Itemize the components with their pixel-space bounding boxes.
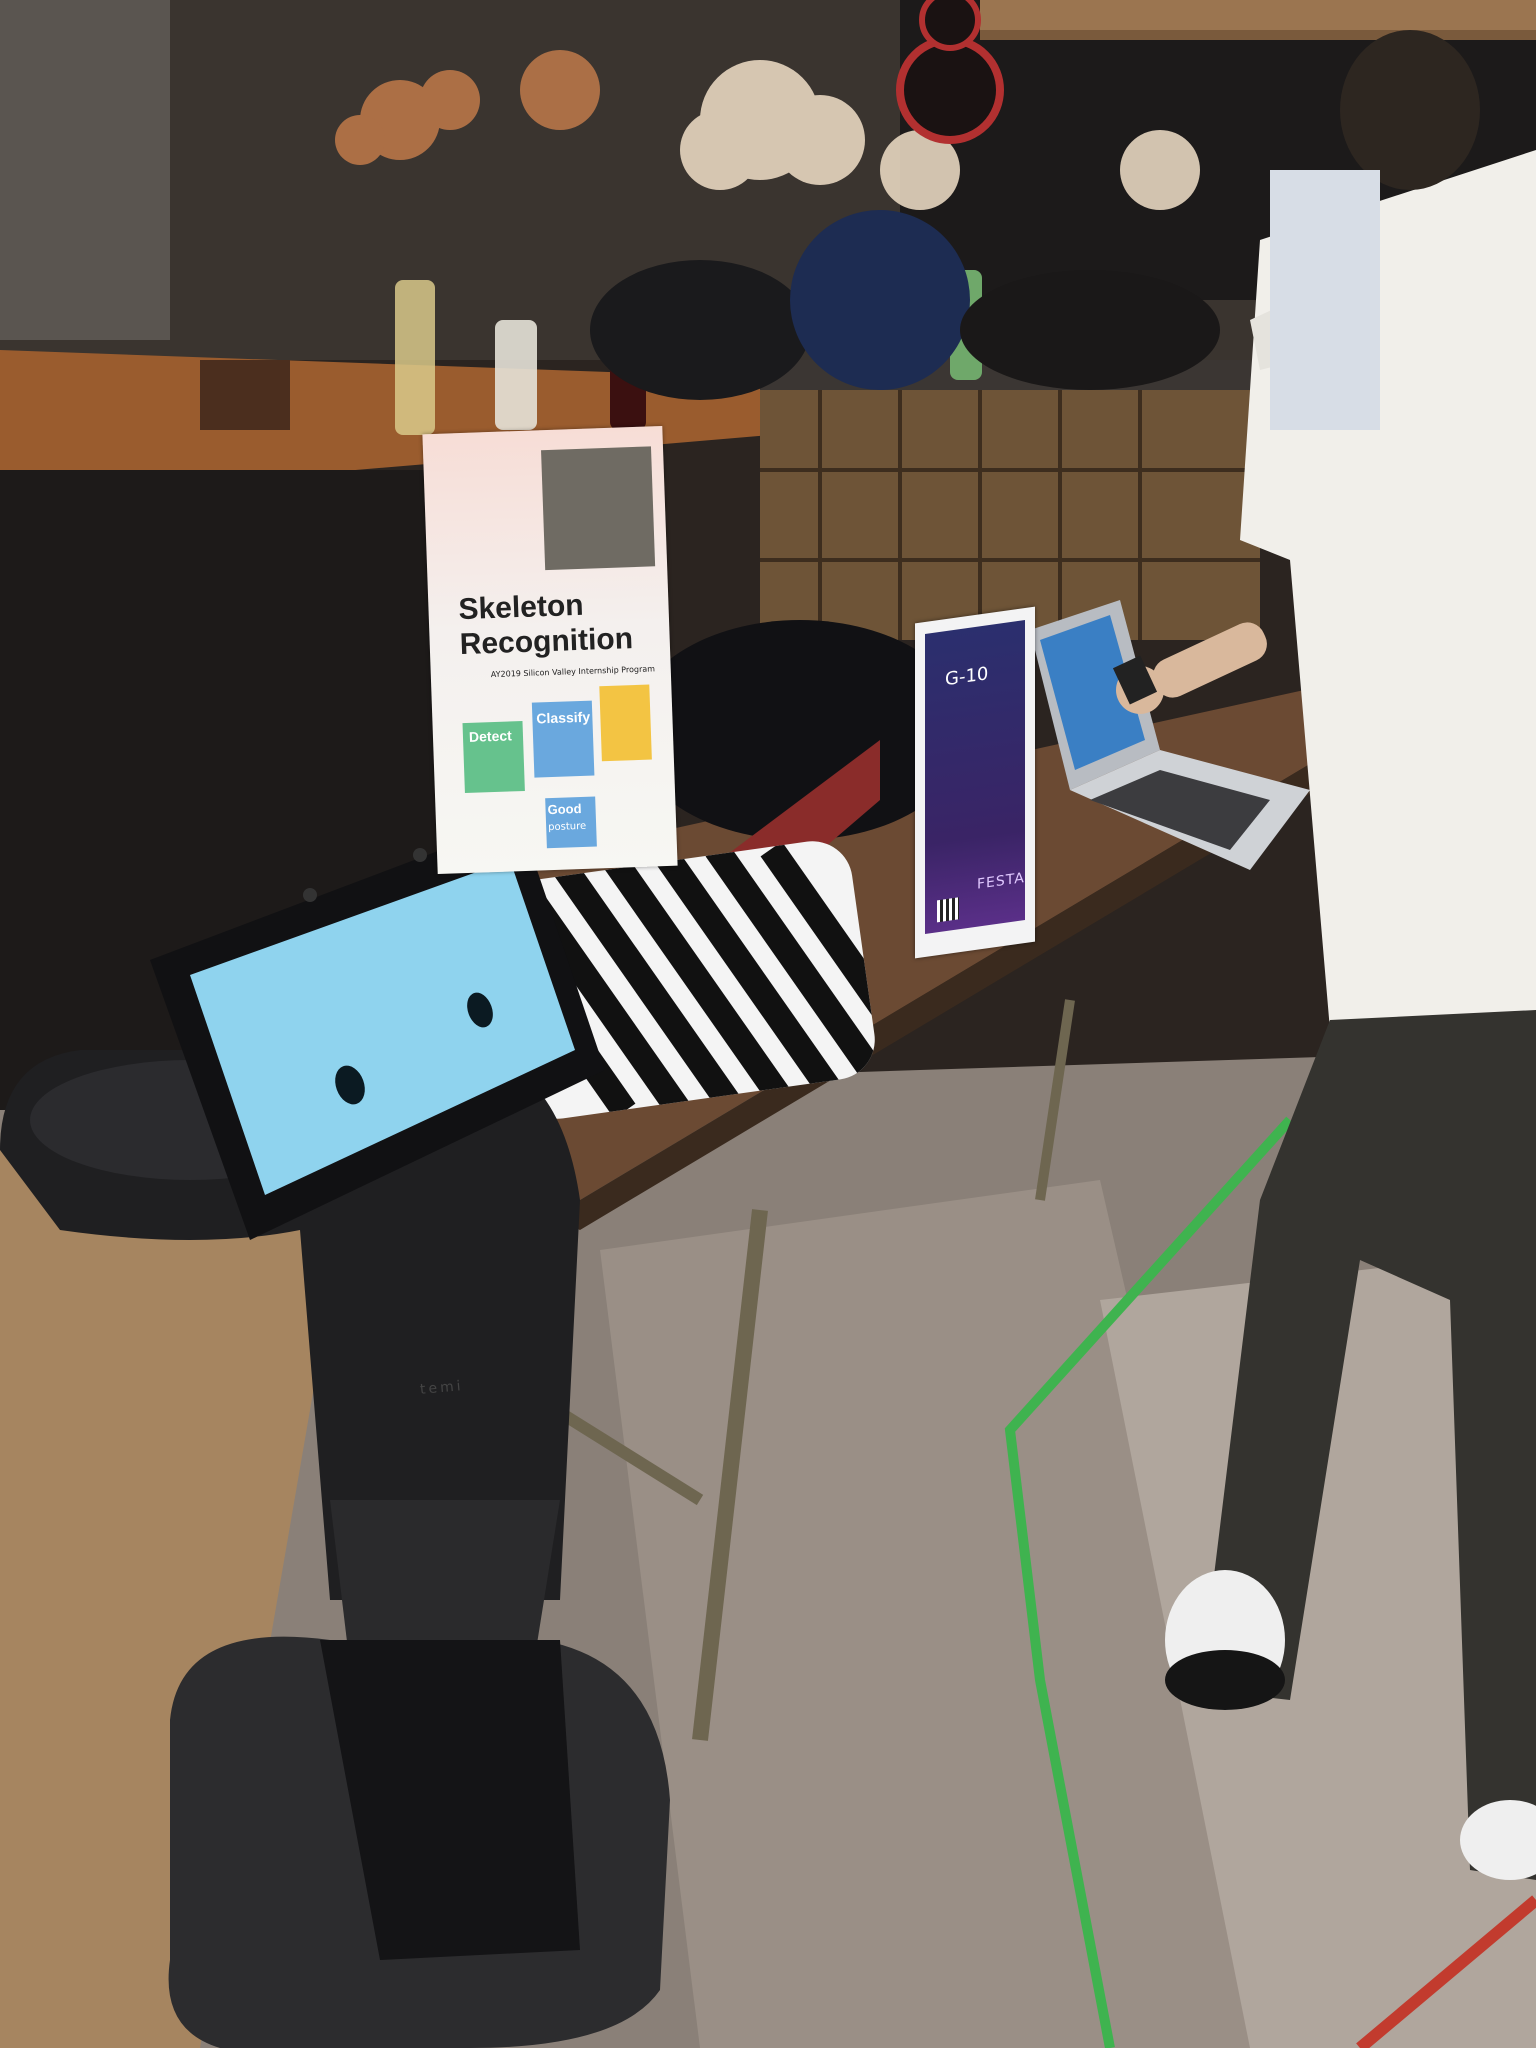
poster-photo (541, 446, 656, 571)
poster-box-yellow (599, 684, 652, 762)
scene-backdrop (0, 0, 1536, 2048)
poster-good-label: Good (547, 801, 582, 818)
table-sign-card: G-10 FESTA (915, 606, 1035, 959)
poster-title-line2: Recognition (459, 622, 634, 662)
poster-classify-label: Classify (536, 708, 591, 727)
poster-subtitle: AY2019 Silicon Valley Internship Program (490, 664, 656, 680)
poster-title-line1: Skeleton (457, 588, 585, 627)
poster-banner: Skeleton Recognition AY2019 Silicon Vall… (422, 425, 678, 875)
photo-scene: Skeleton Recognition AY2019 Silicon Vall… (0, 0, 1536, 2048)
sign-card-qr (937, 897, 959, 923)
poster-detect-label: Detect (468, 727, 513, 745)
poster-good-sublabel: posture (548, 820, 587, 834)
